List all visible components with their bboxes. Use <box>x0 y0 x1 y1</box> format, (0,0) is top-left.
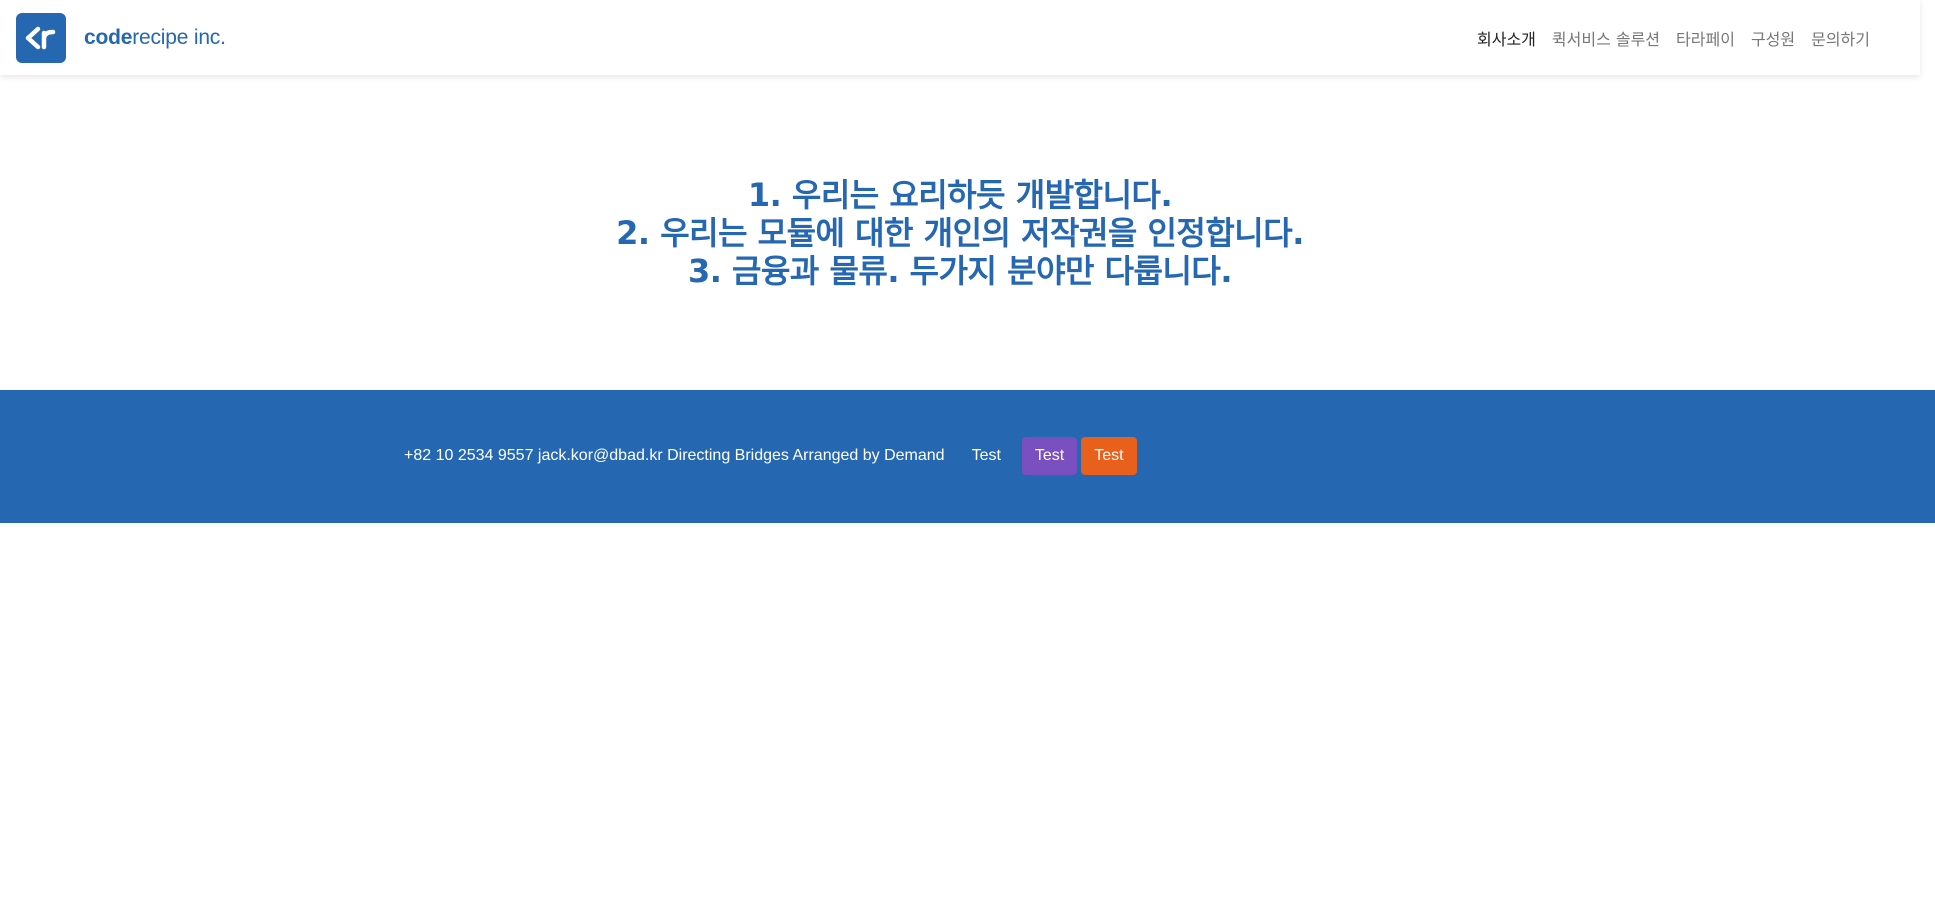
brand-name[interactable]: coderecipe inc. <box>84 26 226 50</box>
brand-name-bold: code <box>84 26 133 49</box>
nav-item-tarapay[interactable]: 타라페이 <box>1668 26 1743 50</box>
main-nav: 회사소개 퀵서비스 솔루션 타라페이 구성원 문의하기 <box>1469 0 1878 75</box>
nav-item-about[interactable]: 회사소개 <box>1469 26 1544 50</box>
test-purple-button[interactable]: Test <box>1021 437 1078 475</box>
hero-line-1: 1. 우리는 요리하듯 개발합니다. <box>747 175 1173 214</box>
site-header: coderecipe inc. 회사소개 퀵서비스 솔루션 타라페이 구성원 문… <box>0 0 1920 75</box>
nav-item-quick-service[interactable]: 퀵서비스 솔루션 <box>1544 26 1668 50</box>
brand[interactable]: coderecipe inc. <box>16 13 226 63</box>
site-footer: +82 10 2534 9557 jack.kor@dbad.kr Direct… <box>0 390 1935 523</box>
test-link-button[interactable]: Test <box>959 437 1014 475</box>
nav-item-members[interactable]: 구성원 <box>1743 26 1803 50</box>
footer-contact-text: +82 10 2534 9557 jack.kor@dbad.kr Direct… <box>404 447 945 464</box>
hero-section: 1. 우리는 요리하듯 개발합니다. 2. 우리는 모듈에 대한 개인의 저작권… <box>0 75 1920 390</box>
hero-statements: 1. 우리는 요리하듯 개발합니다. 2. 우리는 모듈에 대한 개인의 저작권… <box>616 176 1304 290</box>
hero-line-2: 2. 우리는 모듈에 대한 개인의 저작권을 인정합니다. <box>616 213 1304 252</box>
footer-content: +82 10 2534 9557 jack.kor@dbad.kr Direct… <box>404 437 1137 475</box>
logo-mark-icon <box>25 26 56 50</box>
logo[interactable] <box>16 13 66 63</box>
hero-line-3: 3. 금융과 물류. 두가지 분야만 다룹니다. <box>687 251 1233 290</box>
test-orange-button[interactable]: Test <box>1081 437 1137 475</box>
brand-name-light: recipe inc. <box>132 26 226 49</box>
nav-item-contact[interactable]: 문의하기 <box>1803 26 1878 50</box>
